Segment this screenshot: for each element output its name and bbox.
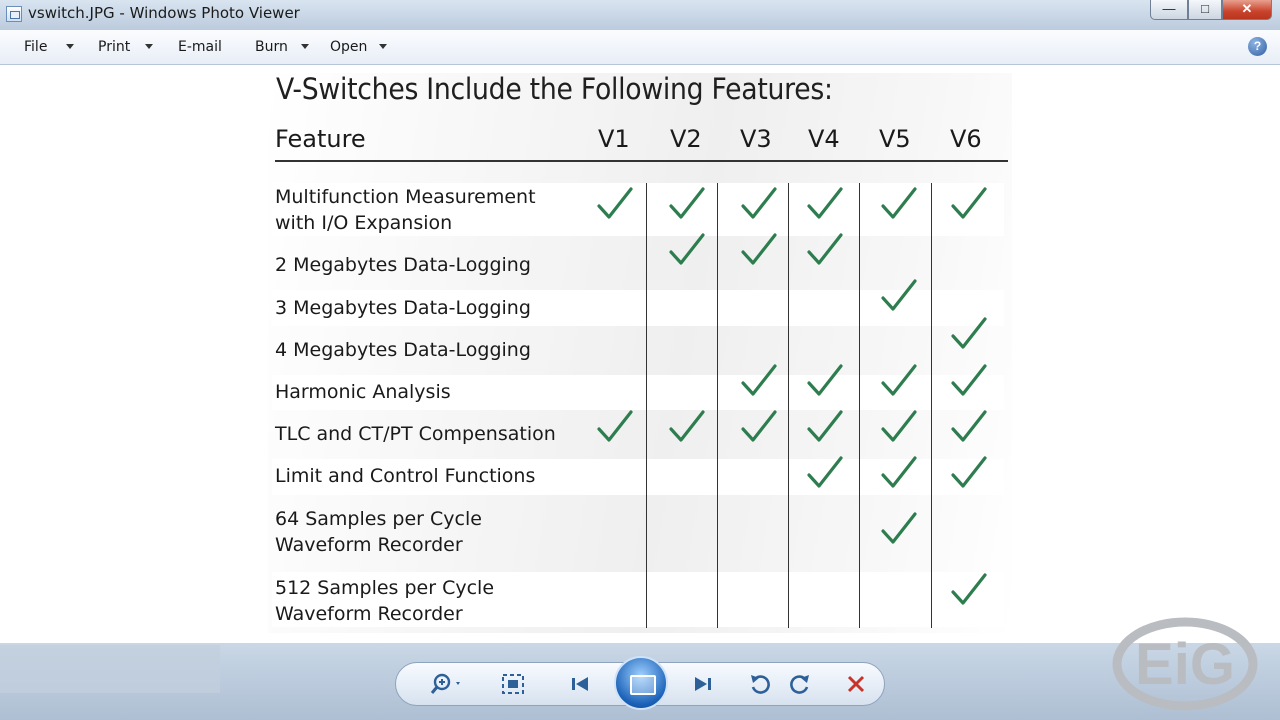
- file-menu-chevron-down-icon[interactable]: [66, 44, 74, 49]
- minimize-button[interactable]: —: [1150, 0, 1188, 20]
- open-menu-chevron-down-icon[interactable]: [379, 44, 387, 49]
- v6-column-header: V6: [950, 125, 982, 153]
- feature-label: 4 Megabytes Data-Logging: [275, 339, 531, 361]
- feature-label: 2 Megabytes Data-Logging: [275, 254, 531, 276]
- feature-label: 512 Samples per Cycle Waveform Recorder: [275, 577, 495, 625]
- delete-icon[interactable]: [841, 672, 871, 702]
- background-window: [0, 645, 220, 693]
- next-icon[interactable]: [686, 672, 718, 702]
- photo-viewer-app-icon[interactable]: [6, 6, 22, 22]
- slideshow-icon[interactable]: [614, 656, 668, 710]
- checkmark-icon: [740, 363, 778, 404]
- checkmark-icon: [668, 186, 706, 227]
- previous-icon[interactable]: [565, 672, 597, 702]
- email-menu[interactable]: E-mail: [178, 39, 222, 55]
- checkmark-icon: [668, 409, 706, 450]
- checkmark-icon: [806, 455, 844, 496]
- checkmark-icon: [806, 186, 844, 227]
- column-divider: [717, 183, 718, 628]
- rotate-left-icon[interactable]: [745, 672, 775, 702]
- checkmark-icon: [950, 363, 988, 404]
- checkmark-icon: [596, 409, 634, 450]
- checkmark-icon: [880, 455, 918, 496]
- checkmark-icon: [950, 316, 988, 357]
- checkmark-icon: [740, 232, 778, 273]
- print-menu-chevron-down-icon[interactable]: [145, 44, 153, 49]
- eig-logo: EiG: [1110, 612, 1260, 712]
- checkmark-icon: [950, 409, 988, 450]
- checkmark-icon: [880, 511, 918, 552]
- checkmark-icon: [880, 363, 918, 404]
- feature-label: Limit and Control Functions: [275, 465, 536, 487]
- v3-column-header: V3: [740, 125, 772, 153]
- checkmark-icon: [668, 232, 706, 273]
- header-divider: [275, 160, 1008, 162]
- feature-label: 64 Samples per Cycle Waveform Recorder: [275, 508, 482, 556]
- maximize-button[interactable]: □: [1188, 0, 1222, 20]
- rotate-right-icon[interactable]: [785, 672, 815, 702]
- column-divider: [931, 183, 932, 628]
- burn-menu-chevron-down-icon[interactable]: [301, 44, 309, 49]
- checkmark-icon: [880, 186, 918, 227]
- zoom-icon[interactable]: [428, 672, 466, 702]
- v1-column-header: V1: [598, 125, 630, 153]
- feature-label: Multifunction Measurement with I/O Expans…: [275, 186, 536, 234]
- photo-title: V-Switches Include the Following Feature…: [276, 72, 833, 106]
- feature-column-header: Feature: [275, 125, 366, 153]
- burn-menu[interactable]: Burn: [255, 39, 288, 55]
- checkmark-icon: [740, 186, 778, 227]
- checkmark-icon: [950, 455, 988, 496]
- feature-label: TLC and CT/PT Compensation: [275, 423, 556, 445]
- svg-text:EiG: EiG: [1135, 632, 1235, 697]
- actual-size-icon[interactable]: [498, 672, 528, 702]
- column-divider: [646, 183, 647, 628]
- feature-label: Harmonic Analysis: [275, 381, 451, 403]
- checkmark-icon: [806, 409, 844, 450]
- checkmark-icon: [950, 572, 988, 613]
- v5-column-header: V5: [879, 125, 911, 153]
- v2-column-header: V2: [670, 125, 702, 153]
- checkmark-icon: [806, 363, 844, 404]
- help-icon[interactable]: ?: [1248, 37, 1267, 56]
- checkmark-icon: [880, 409, 918, 450]
- v4-column-header: V4: [808, 125, 840, 153]
- column-divider: [788, 183, 789, 628]
- title-bar: vswitch.JPG - Windows Photo Viewer — □ ✕: [0, 0, 1280, 30]
- close-window-button[interactable]: ✕: [1222, 0, 1272, 20]
- checkmark-icon: [950, 186, 988, 227]
- window-title: vswitch.JPG - Windows Photo Viewer: [28, 4, 300, 22]
- checkmark-icon: [880, 278, 918, 319]
- checkmark-icon: [806, 232, 844, 273]
- checkmark-icon: [596, 186, 634, 227]
- menu-bar: File Print E-mail Burn Open: [0, 30, 1280, 65]
- file-menu[interactable]: File: [24, 39, 47, 55]
- print-menu[interactable]: Print: [98, 39, 130, 55]
- feature-label: 3 Megabytes Data-Logging: [275, 297, 531, 319]
- open-menu[interactable]: Open: [330, 39, 367, 55]
- column-divider: [859, 183, 860, 628]
- checkmark-icon: [740, 409, 778, 450]
